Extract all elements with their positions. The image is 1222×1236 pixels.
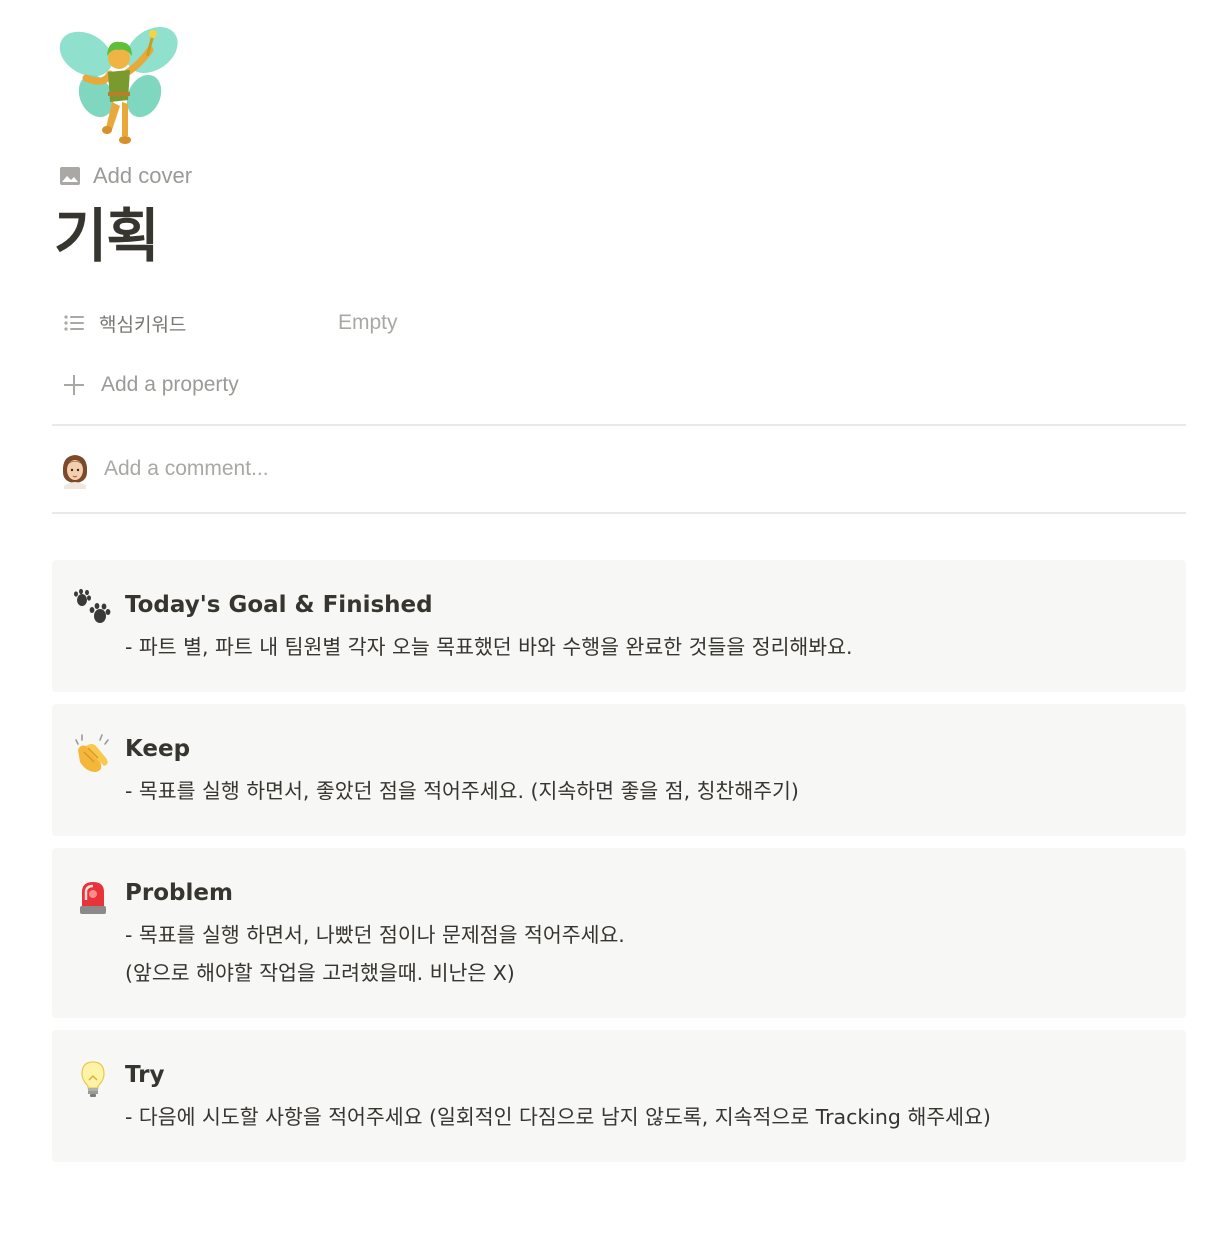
- notion-page: Add cover 기획 핵심키워드 Empty Add a property …: [0, 0, 1222, 1236]
- property-name-button[interactable]: 핵심키워드: [52, 304, 332, 342]
- callout-title: Problem: [125, 880, 233, 906]
- add-property-label: Add a property: [101, 373, 239, 396]
- police-light-icon: [72, 876, 114, 918]
- callout-problem[interactable]: Problem - 목표를 실행 하면서, 나빴던 점이나 문제점을 적어주세요…: [52, 848, 1186, 1018]
- add-property-button[interactable]: Add a property: [52, 366, 239, 404]
- property-name-label: 핵심키워드: [99, 313, 187, 336]
- plus-icon: [62, 373, 86, 397]
- callout-text: - 파트 별, 파트 내 팀원별 각자 오늘 목표했던 바와 수행을 완료한 것…: [125, 635, 853, 659]
- callout-text: - 목표를 실행 하면서, 좋았던 점을 적어주세요. (지속하면 좋을 점, …: [125, 779, 799, 803]
- callout-keep[interactable]: Keep - 목표를 실행 하면서, 좋았던 점을 적어주세요. (지속하면 좋…: [52, 704, 1186, 836]
- comment-input[interactable]: [104, 449, 1004, 489]
- property-row: 핵심키워드 Empty: [52, 304, 1186, 342]
- callout-text: (앞으로 해야할 작업을 고려했을때. 비난은 X): [125, 961, 515, 985]
- property-value[interactable]: Empty: [332, 304, 538, 342]
- divider: [52, 512, 1186, 514]
- light-bulb-icon: [72, 1058, 114, 1100]
- callout-try[interactable]: Try - 다음에 시도할 사항을 적어주세요 (일회적인 다짐으로 남지 않도…: [52, 1030, 1186, 1162]
- callout-title: Try: [125, 1062, 165, 1088]
- callout-text: - 다음에 시도할 사항을 적어주세요 (일회적인 다짐으로 남지 않도록, 지…: [125, 1105, 991, 1129]
- fairy-emoji-icon[interactable]: [56, 16, 182, 146]
- list-icon: [62, 311, 86, 335]
- image-icon: [58, 164, 82, 188]
- page-title[interactable]: 기획: [54, 196, 160, 276]
- avatar: [54, 448, 96, 490]
- callout-title: Keep: [125, 736, 191, 762]
- divider: [52, 424, 1186, 426]
- callout-today-goal[interactable]: Today's Goal & Finished - 파트 별, 파트 내 팀원별…: [52, 560, 1186, 692]
- add-cover-button[interactable]: Add cover: [58, 160, 192, 192]
- clapping-hands-icon: [72, 732, 114, 774]
- paw-prints-icon: [72, 588, 114, 630]
- add-cover-label: Add cover: [93, 163, 193, 188]
- comment-row: [52, 446, 1186, 492]
- callout-text: - 목표를 실행 하면서, 나빴던 점이나 문제점을 적어주세요.: [125, 923, 625, 947]
- callout-title: Today's Goal & Finished: [125, 592, 433, 618]
